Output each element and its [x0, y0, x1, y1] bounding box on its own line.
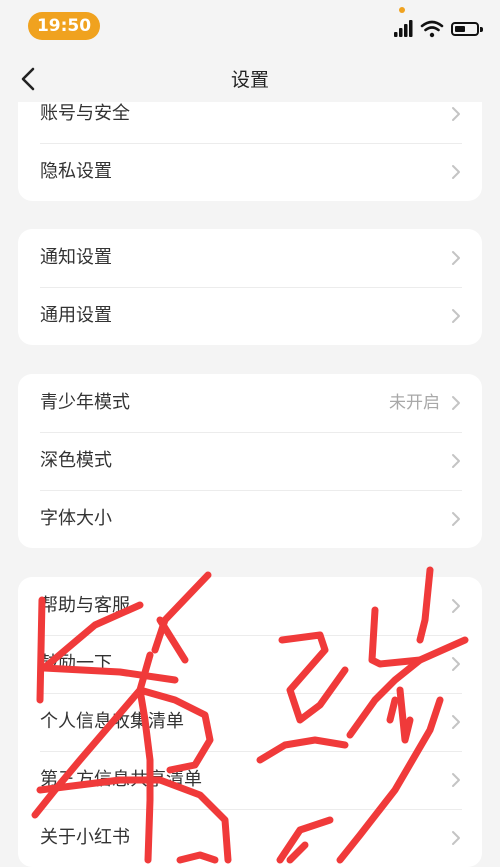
settings-item-teen-mode[interactable]: 青少年模式 未开启 — [18, 374, 482, 432]
chevron-right-icon — [452, 107, 460, 121]
settings-item-value: 未开启 — [389, 393, 440, 413]
settings-item-label: 通知设置 — [40, 247, 112, 268]
chevron-right-icon — [452, 251, 460, 265]
chevron-right-icon — [452, 599, 460, 613]
settings-item-privacy[interactable]: 隐私设置 — [18, 143, 482, 201]
cellular-signal-icon — [394, 20, 413, 37]
settings-item-label: 第三方信息共享清单 — [40, 769, 202, 790]
settings-item-label: 字体大小 — [40, 508, 112, 529]
settings-group-display: 青少年模式 未开启 深色模式 字体大小 — [18, 374, 482, 548]
privacy-indicator-dot — [399, 7, 405, 13]
chevron-right-icon — [452, 396, 460, 410]
battery-tip — [480, 27, 483, 32]
settings-item-encourage[interactable]: 鼓励一下 — [18, 635, 482, 693]
settings-item-general[interactable]: 通用设置 — [18, 287, 482, 345]
signal-wifi-icons — [394, 20, 444, 38]
chevron-right-icon — [452, 165, 460, 179]
settings-item-label: 通用设置 — [40, 305, 112, 326]
chevron-right-icon — [452, 831, 460, 845]
settings-item-personal-info-list[interactable]: 个人信息收集清单 — [18, 693, 482, 751]
settings-item-label: 青少年模式 — [40, 392, 130, 413]
chevron-right-icon — [452, 773, 460, 787]
settings-item-label: 深色模式 — [40, 450, 112, 471]
chevron-right-icon — [452, 454, 460, 468]
chevron-right-icon — [452, 657, 460, 671]
wifi-icon — [420, 20, 444, 38]
settings-item-font-size[interactable]: 字体大小 — [18, 490, 482, 548]
settings-item-label: 隐私设置 — [40, 161, 112, 182]
settings-item-label: 个人信息收集清单 — [40, 711, 184, 732]
settings-group-general: 通知设置 通用设置 — [18, 229, 482, 345]
settings-item-label: 关于小红书 — [40, 827, 130, 848]
settings-item-notifications[interactable]: 通知设置 — [18, 229, 482, 287]
settings-item-label: 帮助与客服 — [40, 595, 130, 616]
chevron-right-icon — [452, 512, 460, 526]
settings-item-label: 鼓励一下 — [40, 653, 112, 674]
settings-item-about[interactable]: 关于小红书 — [18, 809, 482, 867]
battery-icon — [451, 22, 479, 36]
settings-item-help[interactable]: 帮助与客服 — [18, 577, 482, 635]
settings-group-about: 帮助与客服 鼓励一下 个人信息收集清单 第三方信息共享清单 关于小红书 — [18, 577, 482, 867]
chevron-right-icon — [452, 309, 460, 323]
nav-bar-overlay: 设置 — [0, 55, 500, 103]
settings-item-third-party-list[interactable]: 第三方信息共享清单 — [18, 751, 482, 809]
page-title: 设置 — [230, 69, 269, 91]
settings-item-dark-mode[interactable]: 深色模式 — [18, 432, 482, 490]
status-time: 19:50 — [28, 12, 100, 40]
chevron-right-icon — [452, 715, 460, 729]
status-bar: 19:50 — [0, 0, 500, 48]
